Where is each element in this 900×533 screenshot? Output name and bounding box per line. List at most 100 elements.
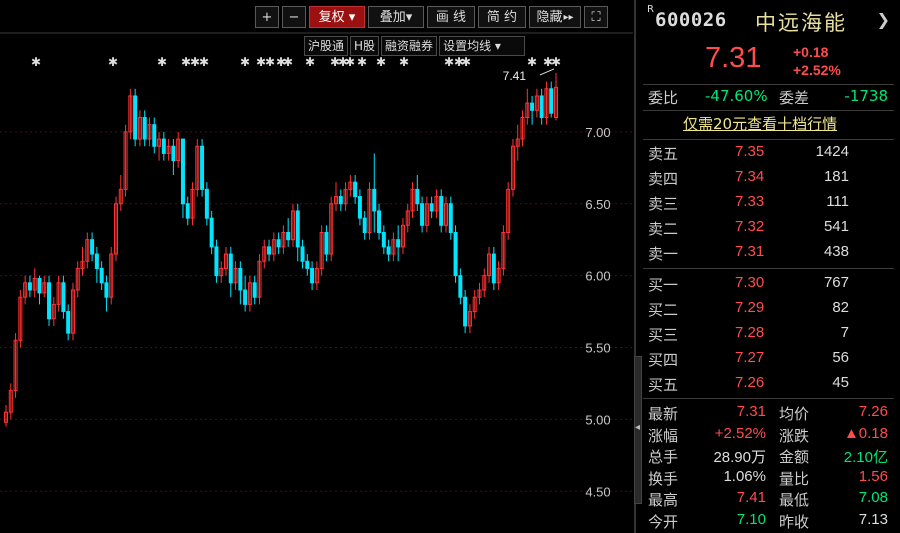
ask-row[interactable]: 卖一 7.31 438 [643, 243, 894, 265]
price-change: +0.18 [793, 44, 829, 60]
bid-row[interactable]: 买五 7.26 45 [643, 374, 894, 396]
event-marker-icon: ✱ [108, 55, 118, 69]
candle-body [90, 239, 95, 255]
bid-label: 买五 [648, 376, 679, 394]
ask-volume: 111 [826, 193, 849, 210]
quote-panel: R 600026 中远海能 ❯ 7.31 +0.18 +2.52% 委比 -47… [643, 0, 900, 533]
collapse-arrow-icon: ◂ [635, 422, 641, 433]
zoom-out-button[interactable]: − [282, 6, 306, 28]
high-price-label: 7.41 [503, 69, 527, 83]
stat-row[interactable]: 涨幅 +2.52% 涨跌 ▲0.18 [643, 425, 894, 446]
ask-label: 卖四 [648, 170, 679, 188]
candle-body [94, 253, 99, 269]
ask-row[interactable]: 卖四 7.34 181 [643, 168, 894, 190]
event-marker-icon: ✱ [305, 55, 315, 69]
margin-trading-button[interactable]: 融资融券 [381, 36, 438, 56]
candle-body [310, 267, 315, 284]
hsgt-button[interactable]: 沪股通 [304, 36, 349, 56]
ask-label: 卖一 [648, 245, 679, 263]
candle-body [142, 117, 147, 140]
stat-value: 7.13 [858, 510, 888, 528]
weibi-label: 委比 [648, 89, 679, 107]
stat-row[interactable]: 今开 7.10 昨收 7.13 [643, 511, 894, 532]
event-marker-icon: ✱ [199, 55, 209, 69]
candle-body [377, 210, 382, 233]
candle-body [209, 217, 214, 248]
fullscreen-icon[interactable]: ⛶ [584, 6, 608, 28]
ask-label: 卖五 [648, 145, 679, 163]
high-marker-arrow [539, 68, 555, 76]
zoom-in-button[interactable]: + [255, 6, 279, 28]
stat-row[interactable]: 最高 7.41 最低 7.08 [643, 489, 894, 510]
candle-body [27, 282, 32, 291]
event-marker-icon: ✱ [31, 55, 41, 69]
ask-row[interactable]: 卖五 7.35 1424 [643, 143, 894, 165]
event-marker-icon: ✱ [240, 55, 250, 69]
y-tick-label: 6.50 [585, 197, 610, 212]
collapse-panel-handle[interactable]: ◂ [634, 356, 642, 504]
stat-row[interactable]: 换手 1.06% 量比 1.56 [643, 468, 894, 489]
candle-body [415, 188, 420, 205]
bid-label: 买一 [648, 276, 679, 294]
chart-subbar: 沪股通 H股 融资融券 设置均线 ▾ [304, 36, 527, 56]
candle-body [295, 210, 300, 248]
bid-price: 7.30 [735, 274, 765, 291]
candle-body [238, 267, 243, 291]
expand-arrow-icon[interactable]: ❯ [877, 10, 890, 29]
stat-label: 涨幅 [648, 426, 679, 445]
event-marker-icon: ✱ [527, 55, 537, 69]
ask-row[interactable]: 卖二 7.32 541 [643, 218, 894, 240]
candle-body [353, 181, 358, 198]
bid-row[interactable]: 买一 7.30 767 [643, 274, 894, 296]
ask-price: 7.32 [735, 218, 765, 235]
bid-label: 买四 [648, 351, 679, 369]
stat-value: 7.08 [858, 489, 888, 506]
bid-row[interactable]: 买四 7.27 56 [643, 349, 894, 371]
candle-body [214, 246, 219, 277]
stock-name[interactable]: 中远海能 [755, 7, 847, 37]
divider [643, 398, 894, 399]
draw-line-button[interactable]: 画 线 [427, 6, 475, 28]
stat-row[interactable]: 总手 28.90万 金额 2.10亿 [643, 446, 894, 467]
bid-row[interactable]: 买三 7.28 7 [643, 324, 894, 346]
y-tick-label: 7.00 [585, 125, 610, 140]
ask-price: 7.33 [735, 193, 765, 210]
candle-body [204, 188, 209, 219]
stat-label: 换手 [648, 469, 679, 488]
stat-label: 最新 [648, 405, 679, 423]
candle-body [152, 124, 157, 147]
event-marker-icon: ✱ [399, 55, 409, 69]
event-marker-icon: ✱ [345, 55, 355, 69]
simple-mode-button[interactable]: 简 约 [478, 6, 526, 28]
candle-body [453, 232, 458, 277]
h-share-button[interactable]: H股 [350, 36, 380, 56]
stat-row[interactable]: 最新 7.31 均价 7.26 [643, 403, 894, 424]
level2-upsell-link[interactable]: 仅需20元查看十档行情 [683, 113, 837, 134]
ask-row[interactable]: 卖三 7.33 111 [643, 193, 894, 215]
divider [643, 110, 894, 111]
candle-body [396, 239, 401, 248]
stat-value: 1.06% [723, 467, 766, 485]
stat-label: 总手 [648, 448, 679, 466]
stat-label: 今开 [648, 512, 679, 531]
bid-row[interactable]: 买二 7.29 82 [643, 299, 894, 321]
weibi-row: 委比 -47.60% 委差 -1738 [643, 87, 894, 109]
overlay-dropdown[interactable]: 叠加▾ [368, 6, 424, 28]
ma-settings-dropdown[interactable]: 设置均线 ▾ [439, 36, 526, 56]
bid-price: 7.29 [735, 299, 765, 316]
candle-body [37, 278, 42, 294]
candle-body [286, 232, 291, 241]
candle-body [539, 95, 544, 118]
kline-chart[interactable]: 7.006.506.005.505.004.50✱ ✱ ✱ ✱✱✱ ✱ ✱✱ ✱✱ ✱ ✱✱✱ ✱… [0, 0, 633, 533]
stat-value: 7.26 [858, 403, 888, 420]
candle-body [420, 203, 425, 226]
candle-body [372, 188, 377, 212]
hide-button[interactable]: 隐藏 ▸▸ [529, 6, 581, 28]
candle-body [243, 289, 248, 305]
kline-chart-area[interactable]: 7.00 6.50 6.00 5.50 5.00 4.50 ✱ ✱ ✱ ✱ ✱ ✱ ✱ ✱ ✱ ✱ ✱ ✱ ✱ ✱ ✱ ✱… [0, 0, 633, 533]
candle-body [252, 282, 257, 298]
divider [643, 139, 894, 140]
adjust-dropdown[interactable]: 复权 ▾ [309, 6, 365, 28]
bid-label: 买三 [648, 326, 679, 344]
candle-body [305, 260, 310, 269]
